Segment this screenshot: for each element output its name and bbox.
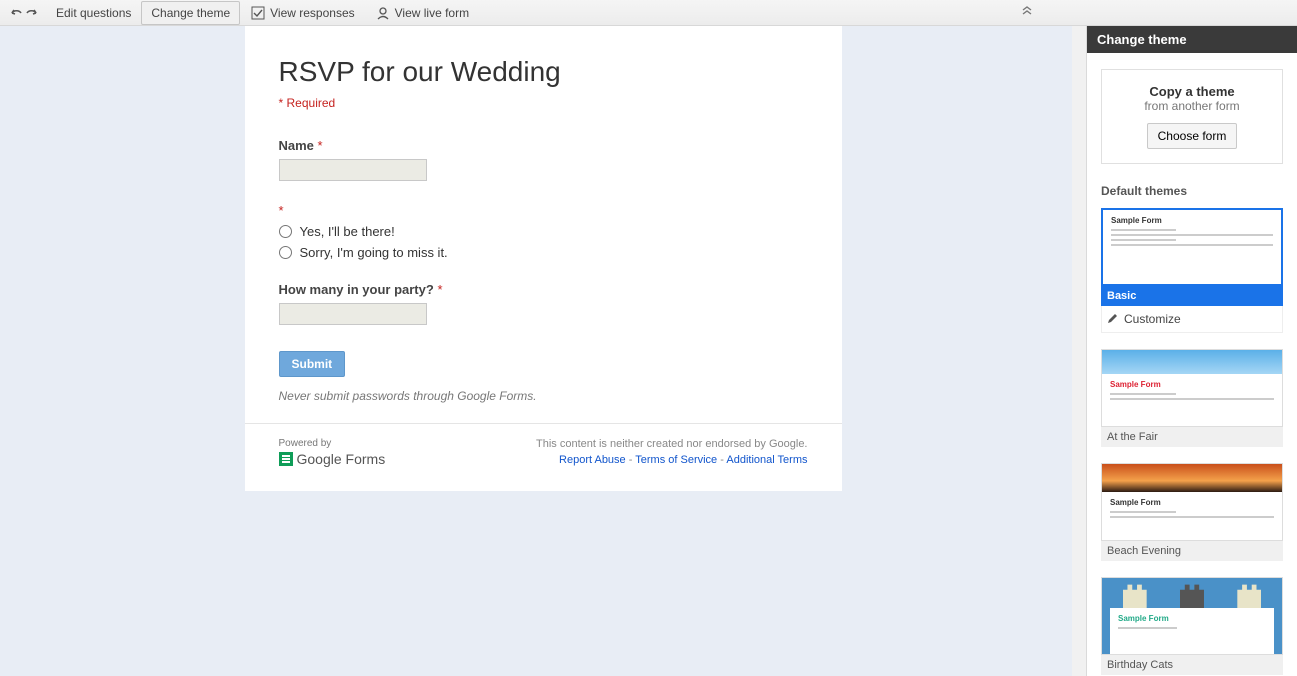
google-forms-logo[interactable]: Google Forms xyxy=(279,451,386,467)
password-note: Never submit passwords through Google Fo… xyxy=(279,389,808,403)
view-live-form-button[interactable]: View live form xyxy=(365,0,479,26)
form-title: RSVP for our Wedding xyxy=(279,56,808,88)
powered-by-label: Powered by xyxy=(279,438,386,449)
collapse-icon[interactable] xyxy=(1019,4,1037,22)
question-name: Name * xyxy=(279,138,808,181)
change-theme-button[interactable]: Change theme xyxy=(141,1,240,25)
question-party: How many in your party? * xyxy=(279,282,808,325)
required-asterisk: * xyxy=(437,282,442,297)
sidebar-title: Change theme xyxy=(1087,26,1297,53)
question-attendance: * Yes, I'll be there! Sorry, I'm going t… xyxy=(279,203,808,260)
edit-questions-button[interactable]: Edit questions xyxy=(46,1,141,25)
copy-theme-sub: from another form xyxy=(1112,99,1272,113)
copy-theme-title: Copy a theme xyxy=(1112,84,1272,99)
question-name-label: Name xyxy=(279,138,314,153)
pencil-icon xyxy=(1106,313,1118,325)
question-party-label: How many in your party? xyxy=(279,282,434,297)
forms-icon xyxy=(279,452,293,466)
view-live-form-label: View live form xyxy=(395,6,469,20)
disclaimer-text: This content is neither created nor endo… xyxy=(536,438,808,450)
additional-terms-link[interactable]: Additional Terms xyxy=(726,454,807,466)
radio-option[interactable]: Sorry, I'm going to miss it. xyxy=(279,245,808,260)
customize-label: Customize xyxy=(1124,312,1181,326)
view-responses-label: View responses xyxy=(270,6,355,20)
theme-sidebar: Change theme Copy a theme from another f… xyxy=(1086,26,1297,676)
theme-name: Beach Evening xyxy=(1101,541,1283,561)
submit-button[interactable]: Submit xyxy=(279,351,346,377)
copy-theme-box: Copy a theme from another form Choose fo… xyxy=(1101,69,1283,164)
undo-icon[interactable] xyxy=(8,5,24,21)
form-canvas: RSVP for our Wedding * Required Name * * xyxy=(0,26,1086,676)
scrollbar[interactable] xyxy=(1072,26,1086,676)
radio-label: Sorry, I'm going to miss it. xyxy=(300,245,448,260)
theme-beach-evening[interactable]: Sample Form Beach Evening xyxy=(1101,463,1283,561)
name-input[interactable] xyxy=(279,159,427,181)
default-themes-label: Default themes xyxy=(1101,184,1283,198)
required-asterisk: * xyxy=(279,203,284,218)
choose-form-button[interactable]: Choose form xyxy=(1147,123,1238,149)
form-preview: RSVP for our Wedding * Required Name * * xyxy=(245,26,842,491)
view-responses-button[interactable]: View responses xyxy=(240,0,365,26)
radio-option[interactable]: Yes, I'll be there! xyxy=(279,224,808,239)
theme-name: At the Fair xyxy=(1101,427,1283,447)
report-abuse-link[interactable]: Report Abuse xyxy=(559,454,626,466)
customize-button[interactable]: Customize xyxy=(1101,306,1283,333)
theme-birthday-cats[interactable]: Sample Form Birthday Cats xyxy=(1101,577,1283,675)
google-forms-text: Google Forms xyxy=(297,451,386,467)
theme-at-the-fair[interactable]: Sample Form At the Fair xyxy=(1101,349,1283,447)
theme-name: Birthday Cats xyxy=(1101,655,1283,675)
form-footer: Powered by Google Forms This content is … xyxy=(245,423,842,491)
radio-yes[interactable] xyxy=(279,225,292,238)
required-note: * Required xyxy=(279,96,808,110)
responses-icon xyxy=(250,5,266,21)
theme-name: Basic xyxy=(1101,286,1283,306)
radio-label: Yes, I'll be there! xyxy=(300,224,395,239)
toolbar: Edit questions Change theme View respons… xyxy=(0,0,1297,26)
redo-icon[interactable] xyxy=(24,5,40,21)
live-form-icon xyxy=(375,5,391,21)
required-asterisk: * xyxy=(318,138,323,153)
terms-link[interactable]: Terms of Service xyxy=(635,454,717,466)
theme-basic[interactable]: Sample Form Basic Customize xyxy=(1101,208,1283,333)
party-input[interactable] xyxy=(279,303,427,325)
radio-no[interactable] xyxy=(279,246,292,259)
